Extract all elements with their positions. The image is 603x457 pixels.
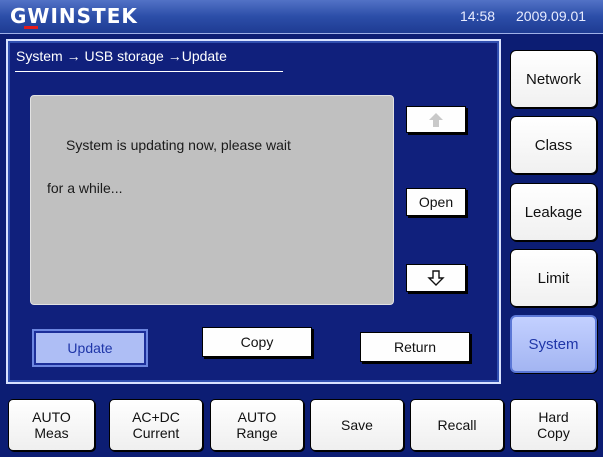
down-arrow-icon bbox=[427, 269, 445, 287]
message-line-1: System is updating now, please wait bbox=[66, 137, 291, 153]
hard-copy-button[interactable]: Hard Copy bbox=[510, 399, 597, 451]
clock-time: 14:58 bbox=[460, 8, 496, 24]
clock-date: 2009.09.01 bbox=[516, 8, 587, 24]
copy-button[interactable]: Copy bbox=[202, 327, 312, 357]
side-menu-system[interactable]: System bbox=[510, 315, 597, 373]
side-menu-limit[interactable]: Limit bbox=[510, 249, 597, 307]
auto-meas-button[interactable]: AUTO Meas bbox=[8, 399, 95, 451]
open-button[interactable]: Open bbox=[406, 188, 466, 216]
save-label: Save bbox=[341, 417, 373, 433]
recall-label: Recall bbox=[437, 417, 477, 433]
auto-meas-line1: AUTO bbox=[32, 409, 71, 425]
hard-copy-line1: Hard bbox=[538, 409, 569, 425]
side-menu-leakage[interactable]: Leakage bbox=[510, 183, 597, 241]
ac-dc-current-button[interactable]: AC+DC Current bbox=[109, 399, 203, 451]
auto-range-button[interactable]: AUTO Range bbox=[210, 399, 304, 451]
side-menu-network[interactable]: Network bbox=[510, 50, 597, 108]
logo-underline bbox=[24, 26, 38, 29]
side-menu-class[interactable]: Class bbox=[510, 116, 597, 174]
auto-range-line2: Range bbox=[236, 425, 278, 441]
breadcrumb-divider bbox=[15, 71, 283, 72]
hard-copy-line2: Copy bbox=[537, 425, 570, 441]
ac-dc-line1: AC+DC bbox=[132, 409, 180, 425]
scroll-down-button[interactable] bbox=[406, 264, 466, 292]
brand-logo: GWINSTEK bbox=[10, 4, 138, 29]
ac-dc-line2: Current bbox=[132, 425, 180, 441]
save-button[interactable]: Save bbox=[310, 399, 404, 451]
scroll-up-button[interactable] bbox=[406, 106, 466, 133]
message-line-2: for a while... bbox=[47, 180, 123, 196]
message-box bbox=[30, 95, 394, 305]
auto-range-line1: AUTO bbox=[237, 409, 277, 425]
auto-meas-line2: Meas bbox=[34, 425, 69, 441]
recall-button[interactable]: Recall bbox=[410, 399, 504, 451]
logo-text: GWINSTEK bbox=[10, 4, 138, 28]
breadcrumb: System → USB storage →Update bbox=[16, 48, 227, 64]
update-button[interactable]: Update bbox=[34, 331, 146, 365]
up-arrow-icon bbox=[427, 111, 445, 129]
return-button[interactable]: Return bbox=[360, 332, 470, 362]
header-bar: GWINSTEK 14:58 2009.09.01 bbox=[0, 0, 603, 34]
